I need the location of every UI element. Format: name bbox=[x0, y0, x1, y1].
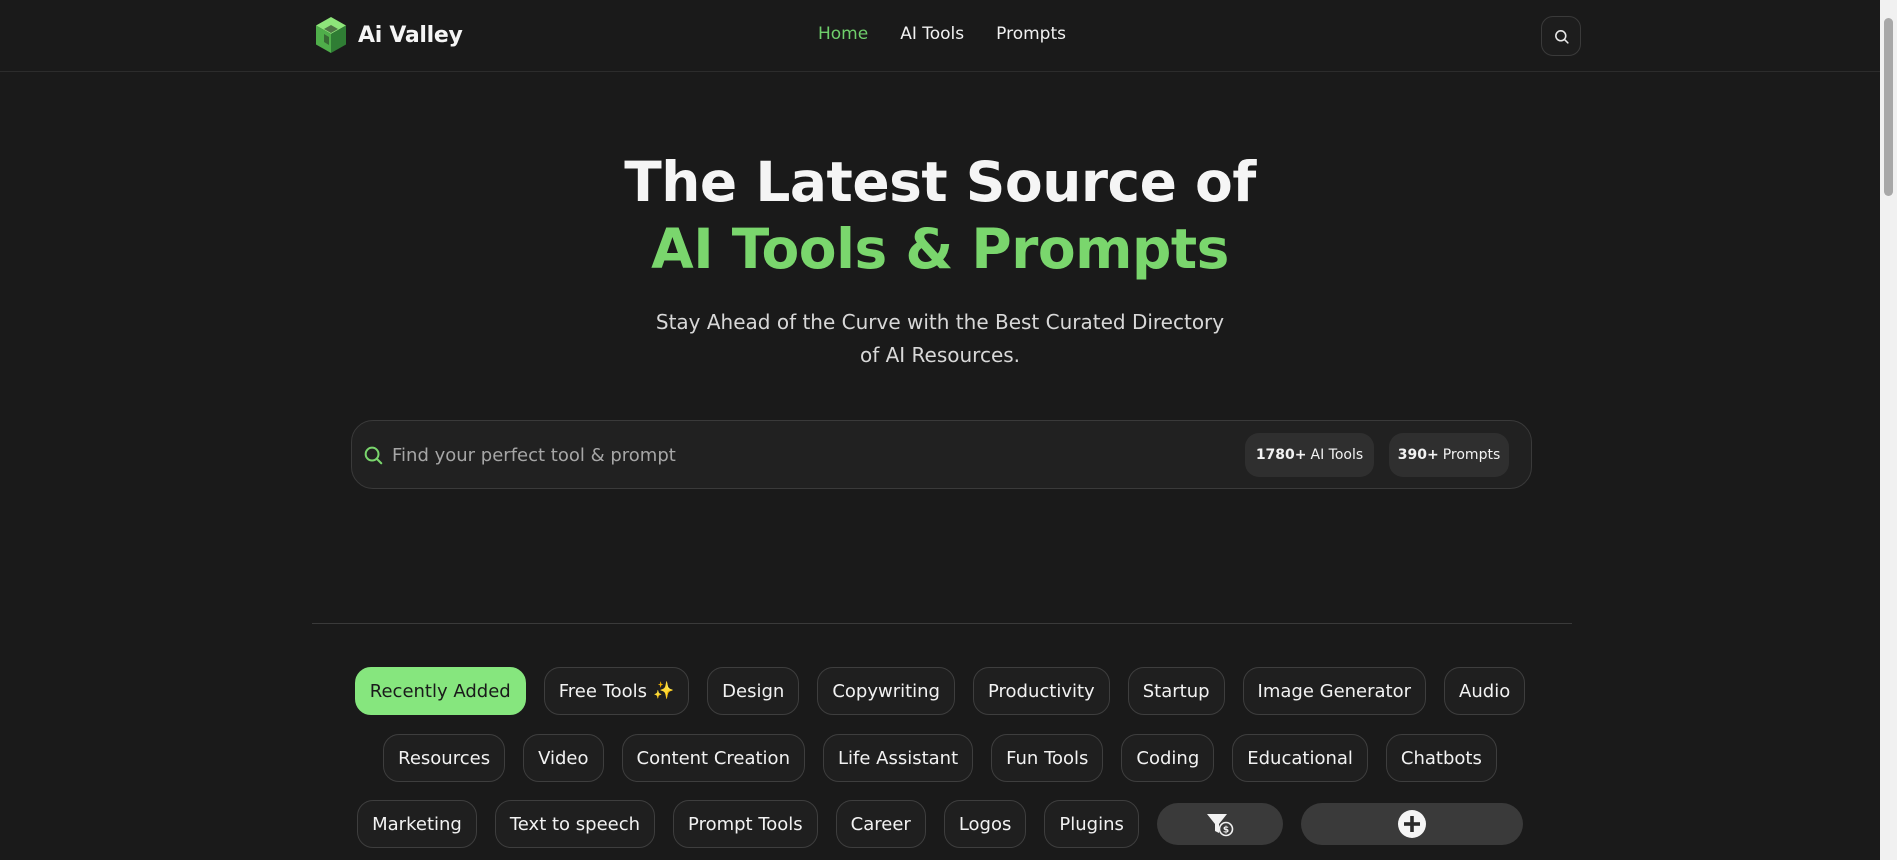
chip-label: Video bbox=[538, 747, 589, 769]
search-icon bbox=[1554, 29, 1569, 44]
category-text-to-speech[interactable]: Text to speech bbox=[494, 800, 656, 848]
chip-label: Copywriting bbox=[832, 680, 940, 702]
hero-subtitle: Stay Ahead of the Curve with the Best Cu… bbox=[0, 306, 1880, 372]
cube-logo-icon bbox=[316, 17, 346, 53]
category-copywriting[interactable]: Copywriting bbox=[817, 667, 955, 715]
main-nav: Home AI Tools Prompts bbox=[818, 24, 1066, 44]
plus-circle-icon bbox=[1397, 810, 1426, 838]
category-resources[interactable]: Resources bbox=[383, 734, 506, 782]
prompts-count-badge[interactable]: 390+ Prompts bbox=[1389, 433, 1509, 477]
hero-title-line1: The Latest Source of bbox=[624, 150, 1256, 214]
category-prompt-tools[interactable]: Prompt Tools bbox=[673, 800, 818, 848]
chip-label: Prompt Tools bbox=[688, 813, 803, 835]
chip-label: Recently Added bbox=[369, 680, 511, 702]
chip-label: Marketing bbox=[372, 813, 462, 835]
category-life-assistant[interactable]: Life Assistant bbox=[822, 734, 974, 782]
chip-label: Coding bbox=[1136, 747, 1200, 769]
category-row-3: Marketing Text to speech Prompt Tools Ca… bbox=[0, 800, 1880, 848]
logo-text: Ai Valley bbox=[358, 22, 463, 48]
category-fun-tools[interactable]: Fun Tools bbox=[991, 734, 1104, 782]
chip-label: Fun Tools bbox=[1006, 747, 1089, 769]
pricing-filter-button[interactable]: $ bbox=[1156, 803, 1283, 845]
category-educational[interactable]: Educational bbox=[1232, 734, 1368, 782]
category-coding[interactable]: Coding bbox=[1121, 734, 1215, 782]
search-input[interactable] bbox=[392, 439, 1192, 471]
category-video[interactable]: Video bbox=[523, 734, 604, 782]
category-chatbots[interactable]: Chatbots bbox=[1385, 734, 1497, 782]
category-audio[interactable]: Audio bbox=[1444, 667, 1526, 715]
section-divider bbox=[312, 623, 1572, 624]
chip-label: Free Tools bbox=[558, 680, 647, 702]
add-tool-button[interactable] bbox=[1300, 803, 1523, 845]
chip-label: Image Generator bbox=[1257, 680, 1412, 702]
category-row-1: Recently Added Free Tools ✨ Design Copyw… bbox=[0, 667, 1880, 715]
prompts-count-label: Prompts bbox=[1442, 447, 1501, 463]
top-header: Ai Valley Home AI Tools Prompts bbox=[0, 0, 1880, 72]
scrollbar-thumb[interactable] bbox=[1884, 18, 1893, 196]
svg-text:$: $ bbox=[1223, 826, 1229, 836]
chip-label: Career bbox=[850, 813, 911, 835]
main-search-bar: 1780+ AI Tools 390+ Prompts bbox=[351, 420, 1532, 489]
header-search-button[interactable] bbox=[1541, 16, 1581, 56]
chip-label: Productivity bbox=[988, 680, 1095, 702]
category-startup[interactable]: Startup bbox=[1127, 667, 1225, 715]
category-plugins[interactable]: Plugins bbox=[1044, 800, 1139, 848]
search-icon bbox=[364, 446, 383, 465]
sparkles-icon: ✨ bbox=[652, 681, 675, 701]
category-career[interactable]: Career bbox=[835, 800, 926, 848]
chip-label: Resources bbox=[398, 747, 491, 769]
prompts-count: 390+ bbox=[1397, 447, 1439, 463]
chip-label: Audio bbox=[1459, 680, 1511, 702]
category-logos[interactable]: Logos bbox=[943, 800, 1027, 848]
hero-subtitle-line1: Stay Ahead of the Curve with the Best Cu… bbox=[655, 310, 1225, 334]
category-row-2: Resources Video Content Creation Life As… bbox=[0, 734, 1880, 782]
category-image-generator[interactable]: Image Generator bbox=[1242, 667, 1427, 715]
ai-tools-count-label: AI Tools bbox=[1310, 447, 1364, 463]
chip-label: Educational bbox=[1247, 747, 1353, 769]
chip-label: Design bbox=[722, 680, 785, 702]
chip-label: Logos bbox=[958, 813, 1012, 835]
chip-label: Text to speech bbox=[509, 813, 641, 835]
chip-label: Plugins bbox=[1059, 813, 1124, 835]
chip-label: Startup bbox=[1142, 680, 1210, 702]
category-productivity[interactable]: Productivity bbox=[973, 667, 1110, 715]
category-recently-added[interactable]: Recently Added bbox=[354, 667, 526, 715]
chip-label: Chatbots bbox=[1400, 747, 1482, 769]
hero-title-line2: AI Tools & Prompts bbox=[651, 217, 1229, 281]
chip-label: Content Creation bbox=[636, 747, 790, 769]
nav-prompts[interactable]: Prompts bbox=[996, 24, 1066, 44]
hero-subtitle-line2: of AI Resources. bbox=[859, 343, 1021, 367]
category-free-tools[interactable]: Free Tools ✨ bbox=[543, 667, 690, 715]
chip-label: Life Assistant bbox=[837, 747, 959, 769]
ai-tools-count-badge[interactable]: 1780+ AI Tools bbox=[1245, 433, 1374, 477]
category-marketing[interactable]: Marketing bbox=[357, 800, 477, 848]
nav-home[interactable]: Home bbox=[818, 24, 868, 44]
category-content-creation[interactable]: Content Creation bbox=[621, 734, 805, 782]
pricing-filter-icon: $ bbox=[1206, 814, 1234, 837]
ai-tools-count: 1780+ bbox=[1255, 447, 1307, 463]
page-scrollbar[interactable] bbox=[1880, 0, 1897, 860]
category-design[interactable]: Design bbox=[707, 667, 800, 715]
nav-ai-tools[interactable]: AI Tools bbox=[900, 24, 964, 44]
logo[interactable]: Ai Valley bbox=[314, 16, 463, 54]
